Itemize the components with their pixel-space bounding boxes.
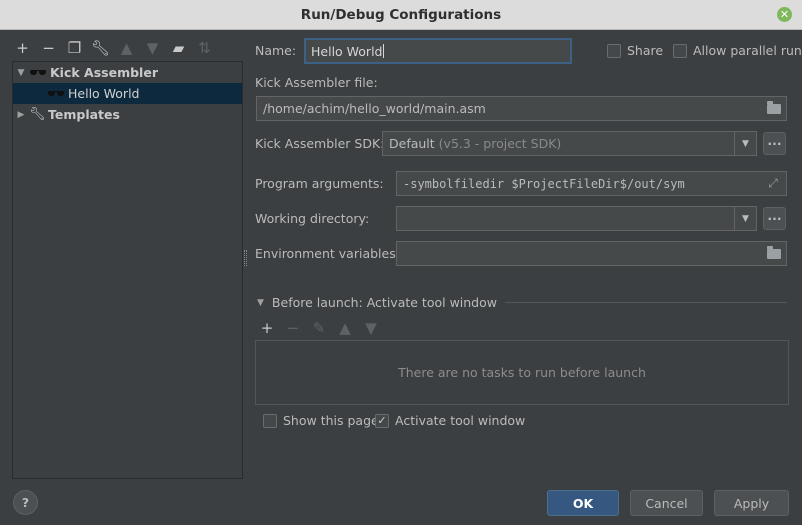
tree-item-kick-assembler[interactable]: ▼ Kick Assembler xyxy=(13,62,242,83)
name-label: Name: xyxy=(255,43,297,58)
show-page-label: Show this page xyxy=(283,413,379,428)
move-down-icon[interactable]: ▼ xyxy=(144,39,161,57)
tree-item-templates[interactable]: ▶ 🔧︎ Templates xyxy=(13,104,242,125)
add-icon[interactable]: + xyxy=(260,319,274,337)
program-args-input[interactable]: -symbolfiledir $ProjectFileDir$/out/sym … xyxy=(396,171,787,196)
name-input[interactable]: Hello World xyxy=(304,38,572,64)
tree-item-label: Kick Assembler xyxy=(50,65,158,80)
name-input-value: Hello World xyxy=(311,43,383,59)
ok-button[interactable]: OK xyxy=(547,490,619,516)
working-dir-browse-button[interactable]: ... xyxy=(763,207,786,230)
before-launch-title: Before launch: Activate tool window xyxy=(271,295,497,310)
allow-parallel-checkbox[interactable]: Allow parallel run xyxy=(673,43,802,58)
file-path-field[interactable]: /home/achim/hello_world/main.asm xyxy=(256,96,787,121)
file-path-value: /home/achim/hello_world/main.asm xyxy=(263,101,486,116)
splitter-handle[interactable] xyxy=(244,250,247,266)
remove-icon[interactable]: − xyxy=(286,319,300,337)
expand-icon[interactable]: ⤢ xyxy=(765,176,781,191)
tree-item-hello-world[interactable]: Hello World xyxy=(13,83,242,104)
help-button[interactable]: ? xyxy=(13,490,38,515)
show-page-checkbox-box[interactable] xyxy=(263,413,277,428)
env-vars-label: Environment variables: xyxy=(255,246,400,261)
wrench-icon[interactable]: 🔧︎ xyxy=(91,39,110,57)
empty-tasks-text: There are no tasks to run before launch xyxy=(398,365,646,380)
tree-item-label: Hello World xyxy=(68,86,140,101)
working-dir-combobox[interactable]: ▼ xyxy=(396,206,757,231)
file-label: Kick Assembler file: xyxy=(255,75,378,90)
activate-tool-label: Activate tool window xyxy=(395,413,526,428)
sdk-detail: (v5.3 - project SDK) xyxy=(438,136,562,151)
before-launch-toolbar: + − ✎ ▲ ▼ xyxy=(260,319,378,337)
close-icon[interactable]: ✕ xyxy=(777,7,792,22)
sdk-label: Kick Assembler SDK: xyxy=(255,136,385,151)
config-toolbar: + − ❐ 🔧︎ ▲ ▼ ▰ ⇅ xyxy=(14,38,213,58)
folder-browse-icon[interactable] xyxy=(767,101,781,114)
copy-icon[interactable]: ❐ xyxy=(66,39,83,57)
sdk-browse-button[interactable]: ... xyxy=(763,132,786,155)
env-vars-input[interactable] xyxy=(396,241,787,266)
edit-icon[interactable]: ✎ xyxy=(312,319,326,337)
collapse-arrow-icon[interactable]: ▼ xyxy=(257,298,264,308)
wrench-icon: 🔧︎ xyxy=(29,107,46,122)
window-title: Run/Debug Configurations xyxy=(300,6,502,23)
allow-parallel-label: Allow parallel run xyxy=(693,43,802,58)
collapse-arrow-icon[interactable]: ▶ xyxy=(13,110,29,120)
text-caret xyxy=(383,44,385,58)
working-dir-label: Working directory: xyxy=(255,211,370,226)
title-bar: Run/Debug Configurations ✕ xyxy=(0,0,802,30)
before-launch-header[interactable]: ▼ Before launch: Activate tool window xyxy=(257,295,787,310)
chevron-down-icon[interactable]: ▼ xyxy=(734,132,756,155)
remove-icon[interactable]: − xyxy=(40,39,57,57)
apply-button[interactable]: Apply xyxy=(714,490,789,516)
before-launch-task-list: There are no tasks to run before launch xyxy=(255,340,789,405)
add-icon[interactable]: + xyxy=(14,39,31,57)
share-checkbox-box[interactable] xyxy=(607,43,621,58)
activate-tool-checkbox-box[interactable]: ✓ xyxy=(375,413,389,428)
config-tree: ▼ Kick Assembler Hello World ▶ 🔧︎ Templa… xyxy=(12,61,243,479)
show-page-checkbox[interactable]: Show this page xyxy=(263,413,379,428)
chevron-down-icon[interactable]: ▼ xyxy=(734,207,756,230)
sort-icon[interactable]: ⇅ xyxy=(196,39,213,57)
program-args-value: -symbolfiledir $ProjectFileDir$/out/sym xyxy=(403,176,685,191)
move-down-icon[interactable]: ▼ xyxy=(364,319,378,337)
kick-assembler-icon xyxy=(47,89,65,99)
folder-browse-icon[interactable] xyxy=(767,246,781,259)
cancel-button[interactable]: Cancel xyxy=(630,490,703,516)
sdk-combobox[interactable]: Default (v5.3 - project SDK) ▼ xyxy=(382,131,757,156)
activate-tool-checkbox[interactable]: ✓ Activate tool window xyxy=(375,413,525,428)
move-up-icon[interactable]: ▲ xyxy=(118,39,135,57)
share-label: Share xyxy=(627,43,664,58)
move-up-icon[interactable]: ▲ xyxy=(338,319,352,337)
sdk-value: Default xyxy=(389,136,435,151)
section-divider xyxy=(505,302,787,303)
kick-assembler-icon xyxy=(29,68,47,78)
share-checkbox[interactable]: Share xyxy=(607,43,663,58)
expand-arrow-icon[interactable]: ▼ xyxy=(13,68,29,78)
allow-parallel-checkbox-box[interactable] xyxy=(673,43,687,58)
tree-item-label: Templates xyxy=(48,107,120,122)
program-args-label: Program arguments: xyxy=(255,176,384,191)
folder-add-icon[interactable]: ▰ xyxy=(170,39,187,57)
